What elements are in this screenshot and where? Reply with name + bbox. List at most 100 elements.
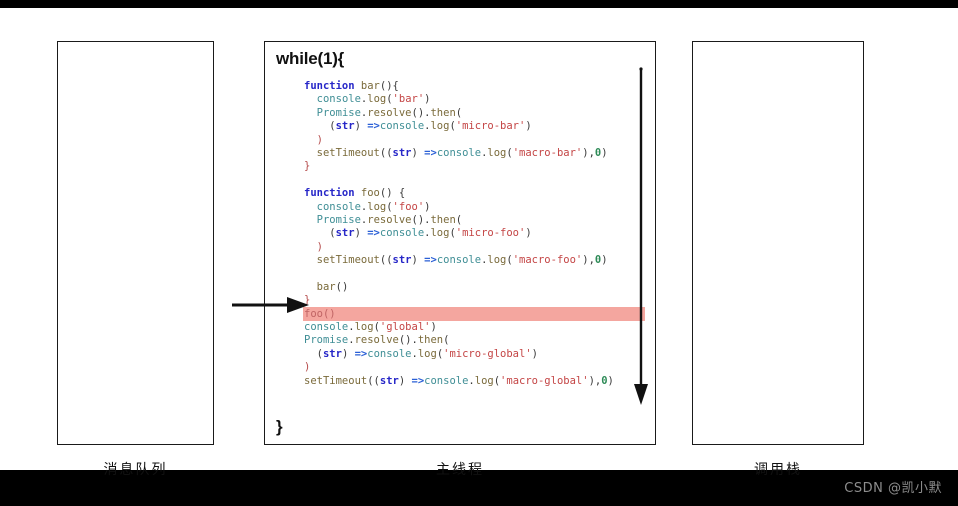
caption-main-thread: 主线程 — [436, 462, 484, 478]
code-line: setTimeout((str) =>console.log('macro-gl… — [304, 375, 644, 388]
code-token: 'bar' — [392, 93, 425, 106]
code-token: ) — [601, 146, 608, 159]
code-line: console.log('foo') — [304, 201, 644, 214]
code-token: function — [304, 80, 355, 92]
code-token: ) — [430, 321, 437, 334]
caption-message-queue: 消息队列 — [103, 462, 168, 478]
code-token: (). — [398, 334, 418, 347]
code-token: 'micro-global' — [443, 347, 532, 360]
code-token: resolve — [367, 106, 412, 119]
code-token: (){ — [379, 80, 399, 92]
code-token: ) — [304, 361, 311, 374]
code-token: ) — [531, 347, 538, 360]
code-token: } — [304, 160, 311, 173]
code-token: str — [392, 146, 412, 159]
code-token: resolve — [367, 213, 412, 226]
code-line: (str) =>console.log('micro-bar') — [304, 120, 644, 133]
code-line: ) — [304, 134, 644, 147]
code-line: Promise.resolve().then( — [304, 334, 644, 347]
code-token: log — [430, 120, 450, 133]
code-token: ), — [582, 146, 595, 159]
code-token: ) — [398, 374, 412, 387]
code-token: (). — [411, 213, 431, 226]
code-token: str — [335, 227, 355, 240]
code-token: => — [354, 347, 368, 360]
code-token: log — [354, 321, 374, 334]
code-token: console — [316, 93, 361, 106]
code-token: resolve — [354, 334, 399, 347]
panel-message-queue — [57, 41, 214, 445]
code-token: ) — [411, 254, 425, 267]
code-token: 'foo' — [392, 200, 425, 213]
code-token: console — [436, 254, 482, 267]
code-token: Promise — [304, 334, 349, 347]
code-token: console — [316, 200, 361, 213]
code-token: str — [379, 374, 399, 387]
code-token: (( — [367, 374, 380, 387]
code-line: ) — [304, 241, 644, 254]
code-token: ) — [341, 347, 355, 360]
code-token: then — [430, 106, 456, 119]
while-loop-header: while(1){ — [276, 49, 345, 68]
caption-call-stack: 调用栈 — [754, 462, 802, 478]
code-line-highlighted: foo() — [303, 306, 645, 322]
code-line: setTimeout((str) =>console.log('macro-fo… — [304, 254, 644, 267]
code-token: then — [417, 334, 444, 347]
code-token: ), — [582, 254, 595, 267]
code-token: log — [487, 254, 507, 267]
code-token: ( — [443, 334, 450, 347]
code-line: function bar(){ — [304, 80, 644, 93]
code-token: setTimeout — [316, 146, 380, 159]
code-token: ) — [354, 227, 368, 240]
code-line: Promise.resolve().then( — [304, 214, 644, 227]
code-token: (). — [411, 106, 431, 119]
code-line: function foo() { — [304, 187, 644, 200]
code-token: bar — [360, 80, 380, 92]
code-line: Promise.resolve().then( — [304, 107, 644, 120]
code-token: => — [424, 146, 437, 159]
code-token: () — [335, 280, 349, 293]
code-token: ) — [601, 254, 608, 267]
code-token: => — [411, 374, 425, 387]
code-token: ( — [455, 106, 463, 119]
watermark: CSDN @凯小默 — [844, 481, 942, 496]
code-token: ( — [304, 227, 336, 240]
code-token: (( — [379, 254, 393, 267]
code-token: ) — [304, 133, 323, 146]
code-token: 'macro-global' — [500, 374, 589, 387]
code-token: (( — [379, 146, 393, 159]
code-token: => — [367, 120, 380, 133]
code-token: ( — [304, 120, 336, 133]
code-token: log — [430, 227, 450, 240]
code-token: bar — [316, 280, 336, 293]
execution-flow-arrow-down — [630, 66, 652, 406]
code-token: 'macro-bar' — [512, 146, 583, 159]
code-token: 'micro-bar' — [455, 120, 526, 133]
code-token: console — [424, 374, 469, 387]
code-line: console.log('bar') — [304, 93, 644, 106]
code-token: 'global' — [379, 321, 431, 334]
code-token: ( — [304, 347, 323, 360]
code-token: ) — [607, 374, 614, 387]
code-token: log — [367, 93, 387, 106]
current-line-pointer-arrow — [232, 296, 310, 314]
code-token: ) — [525, 227, 532, 240]
code-token: console — [379, 120, 425, 133]
code-token: ) — [424, 93, 431, 106]
code-block: function bar(){ console.log('bar') Promi… — [303, 80, 645, 388]
code-line: } — [304, 294, 644, 307]
diagram-board: 消息队列 while(1){ } function bar(){ console… — [0, 8, 958, 478]
code-token: log — [474, 374, 494, 387]
code-token: Promise — [316, 213, 361, 226]
code-token: => — [424, 254, 437, 267]
code-token: ) — [411, 146, 425, 159]
panel-call-stack: 全局执行上下文 微任务队列 — [692, 41, 864, 445]
